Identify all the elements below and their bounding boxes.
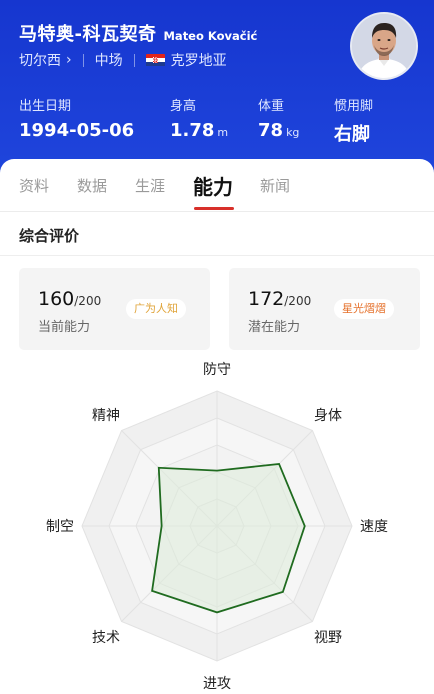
player-header: 马特奥-科瓦契奇 Mateo Kovačić 切尔西 › 中场 克罗地亚 出生日… bbox=[0, 0, 434, 175]
stat-birthdate: 出生日期 1994-05-06 bbox=[19, 95, 134, 141]
stat-value: 78 kg bbox=[258, 120, 300, 141]
radar-axis-label: 进攻 bbox=[203, 676, 231, 692]
radar-axis-label: 身体 bbox=[314, 408, 342, 424]
club-name: 切尔西 bbox=[19, 53, 61, 69]
stat-label: 身高 bbox=[170, 99, 197, 114]
radar-axis-label: 制空 bbox=[46, 519, 74, 535]
stat-height: 身高 1.78 m bbox=[170, 95, 228, 141]
stat-label: 出生日期 bbox=[19, 99, 72, 114]
player-meta: 切尔西 › 中场 克罗地亚 bbox=[19, 50, 227, 70]
stat-preferred-foot: 惯用脚 右脚 bbox=[334, 95, 373, 146]
radar-axis-label: 防守 bbox=[203, 362, 231, 378]
radar-axis-label: 速度 bbox=[360, 519, 388, 535]
divider bbox=[133, 53, 135, 67]
divider bbox=[82, 53, 84, 67]
player-name-cn: 马特奥-科瓦契奇 bbox=[19, 24, 157, 45]
chevron-right-icon: › bbox=[66, 52, 72, 68]
club-link[interactable]: 切尔西 › bbox=[19, 50, 72, 70]
name-row: 马特奥-科瓦契奇 Mateo Kovačić bbox=[19, 20, 257, 46]
stat-value: 1994-05-06 bbox=[19, 120, 135, 141]
stat-value: 1.78 m bbox=[170, 120, 229, 141]
radar-axis-label: 技术 bbox=[92, 630, 120, 646]
radar-series bbox=[151, 462, 306, 614]
stat-weight: 体重 78 kg bbox=[258, 95, 299, 141]
player-position: 中场 bbox=[94, 53, 123, 69]
radar-axis-label: 精神 bbox=[92, 408, 120, 424]
radar-axis-label: 视野 bbox=[314, 630, 342, 646]
content-panel: 资料 数据 生涯 能力 新闻 综合评价 160/200 当前能力 广为人知 17… bbox=[0, 159, 434, 694]
stat-value: 右脚 bbox=[334, 124, 370, 145]
player-stats: 出生日期 1994-05-06 身高 1.78 m 体重 78 kg 惯用脚 右脚 bbox=[19, 95, 419, 145]
player-name-en: Mateo Kovačić bbox=[163, 29, 258, 43]
player-nationality: 克罗地亚 bbox=[170, 53, 227, 69]
croatia-flag-icon bbox=[145, 53, 165, 67]
player-avatar bbox=[350, 12, 418, 80]
ability-radar-chart: 防守身体速度视野进攻 技术 制空 精神 bbox=[46, 362, 388, 692]
stat-label: 惯用脚 bbox=[334, 99, 374, 114]
stat-label: 体重 bbox=[258, 99, 285, 114]
